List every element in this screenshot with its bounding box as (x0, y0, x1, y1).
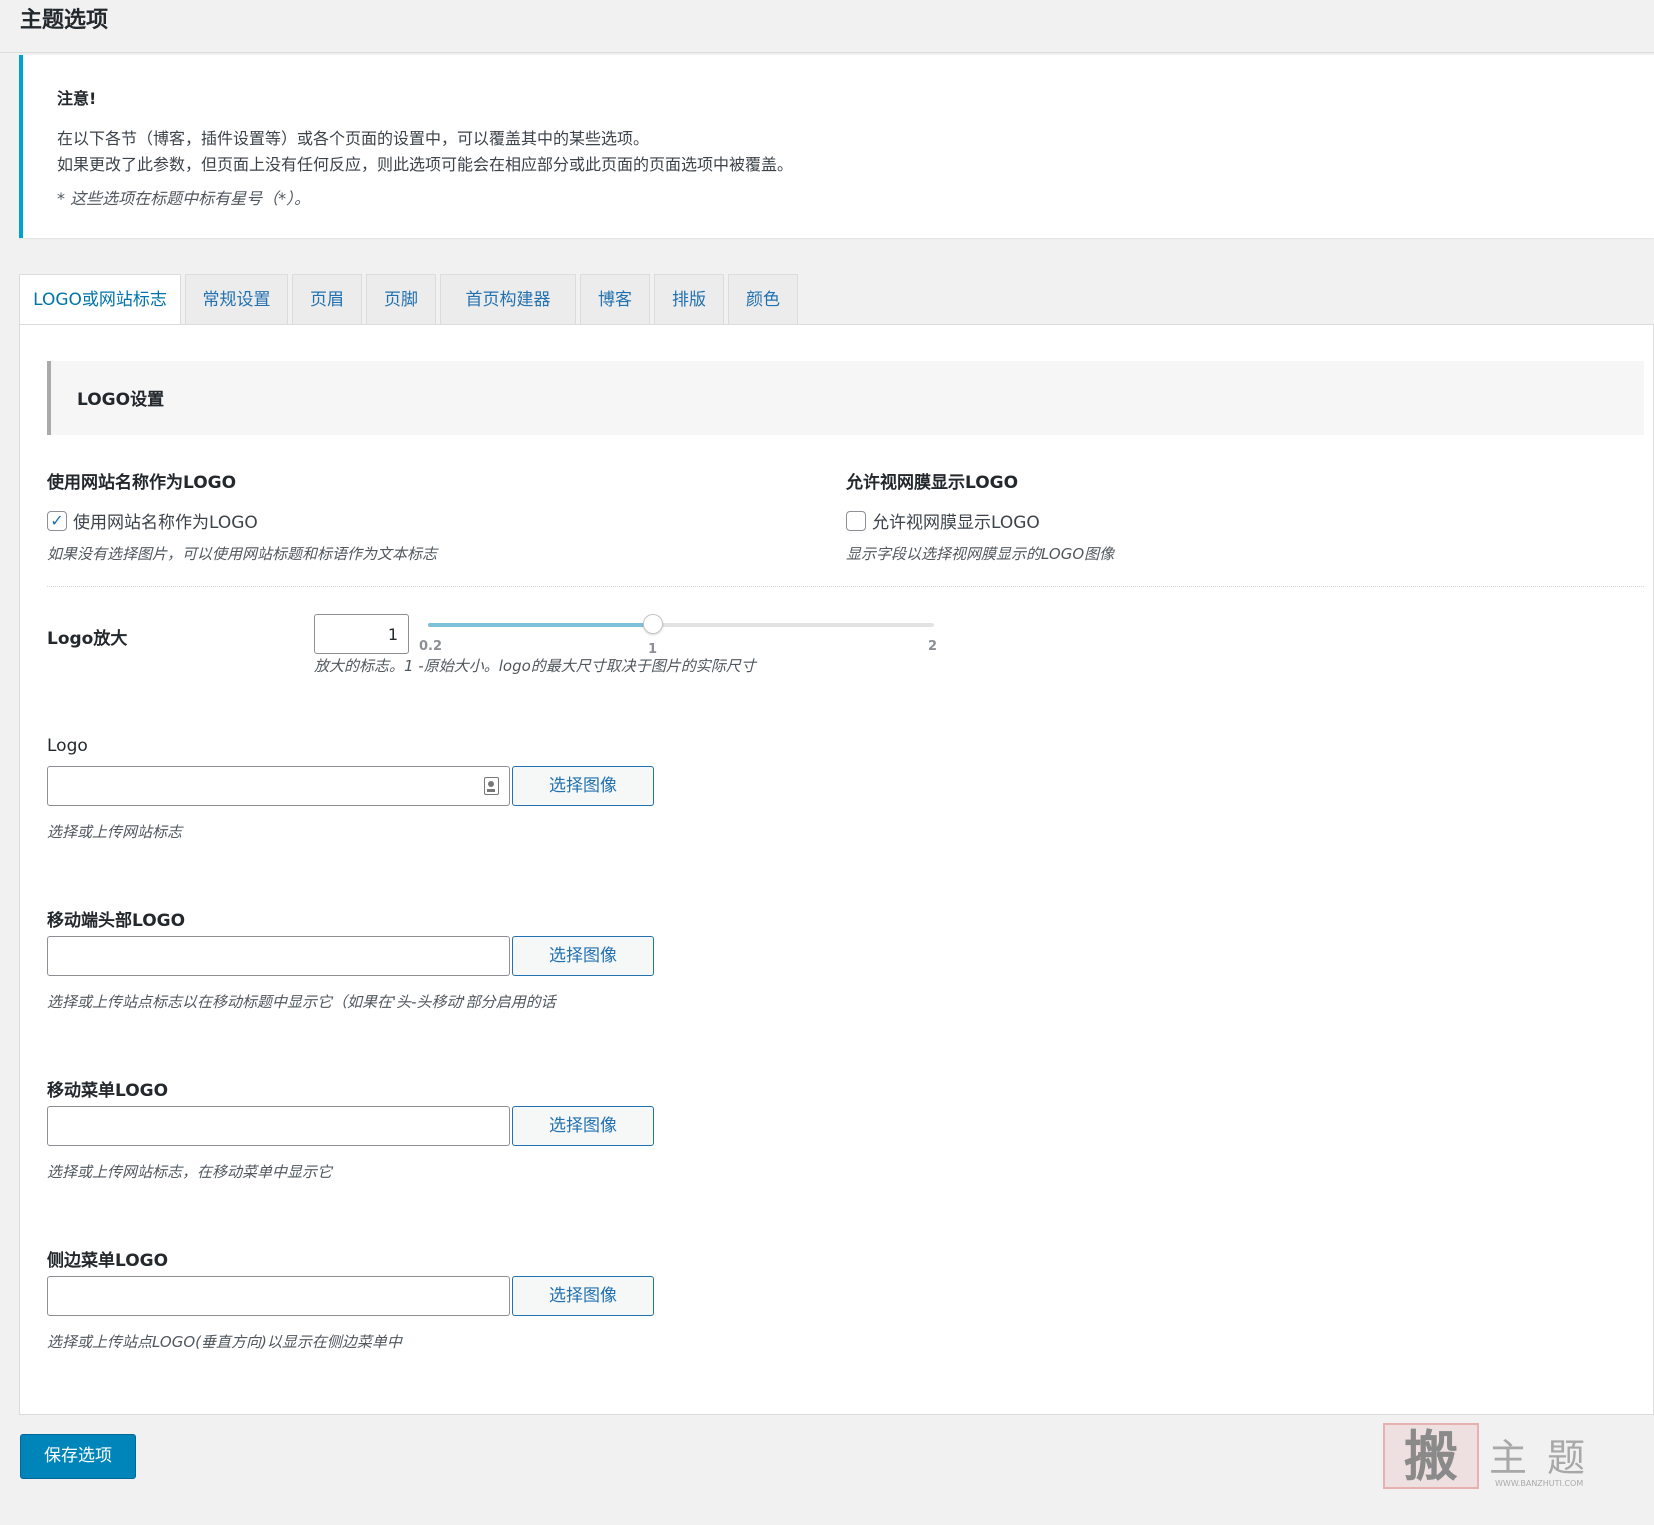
notice-box: 注意! 在以下各节（博客，插件设置等）或各个页面的设置中，可以覆盖其中的某些选项… (19, 55, 1654, 238)
use-site-name-checkbox-label: 使用网站名称作为LOGO (73, 513, 258, 533)
watermark-stamp: 搬 (1383, 1423, 1479, 1489)
retina-logo-description: 显示字段以选择视网膜显示的LOGO图像 (846, 545, 1115, 563)
mobile-header-logo-input[interactable] (47, 936, 510, 976)
tab-logo[interactable]: LOGO或网站标志 (19, 274, 181, 325)
logo-zoom-description: 放大的标志。1 -原始大小。logo的最大尺寸取决于图片的实际尺寸 (314, 657, 756, 675)
watermark-url: WWW.BANZHUTI.COM (1495, 1479, 1584, 1488)
logo-zoom-slider[interactable] (428, 614, 934, 634)
side-menu-logo-select-button[interactable]: 选择图像 (512, 1276, 654, 1316)
header-divider (0, 52, 1654, 53)
mobile-header-logo-select-button[interactable]: 选择图像 (512, 936, 654, 976)
notice-asterisk-note: * 这些选项在标题中标有星号（*）。 (57, 189, 311, 208)
retina-logo-checkbox-label: 允许视网膜显示LOGO (872, 513, 1040, 533)
side-menu-logo-label: 侧边菜单LOGO (47, 1251, 169, 1271)
tab-blog[interactable]: 博客 (580, 274, 650, 324)
mobile-menu-logo-label: 移动菜单LOGO (47, 1081, 169, 1101)
watermark-logo: 搬 主题 WWW.BANZHUTI.COM (1383, 1423, 1623, 1493)
side-menu-logo-description: 选择或上传站点LOGO(垂直方向)以显示在侧边菜单中 (47, 1333, 402, 1351)
notice-title: 注意! (57, 89, 97, 108)
mobile-menu-logo-description: 选择或上传网站标志，在移动菜单中显示它 (47, 1163, 333, 1181)
retina-logo-label: 允许视网膜显示LOGO (846, 473, 1019, 493)
tab-footer[interactable]: 页脚 (366, 274, 436, 324)
notice-text-line-2: 如果更改了此参数，但页面上没有任何反应，则此选项可能会在相应部分或此页面的页面选… (57, 155, 794, 174)
retina-logo-checkbox[interactable] (846, 510, 866, 531)
tab-typography[interactable]: 排版 (654, 274, 724, 324)
logo-label: Logo (47, 736, 88, 756)
retina-logo-checkbox-row[interactable]: 允许视网膜显示LOGO (846, 508, 1040, 533)
mobile-menu-logo-input[interactable] (47, 1106, 510, 1146)
settings-panel: LOGO设置 使用网站名称作为LOGO ✓ 使用网站名称作为LOGO 如果没有选… (19, 324, 1654, 1415)
notice-text-line-1: 在以下各节（博客，插件设置等）或各个页面的设置中，可以覆盖其中的某些选项。 (57, 129, 650, 148)
save-options-button[interactable]: 保存选项 (20, 1434, 136, 1479)
section-title: LOGO设置 (77, 390, 165, 410)
section-divider (47, 586, 1644, 587)
logo-url-input[interactable] (47, 766, 510, 806)
use-site-name-checkbox[interactable]: ✓ (47, 510, 67, 531)
watermark-text: 主题 (1489, 1436, 1606, 1480)
tab-general-settings[interactable]: 常规设置 (185, 274, 288, 324)
logo-zoom-slider-thumb[interactable] (642, 614, 663, 634)
section-header: LOGO设置 (47, 361, 1644, 435)
page-title: 主题选项 (20, 8, 109, 33)
mobile-header-logo-description: 选择或上传站点标志以在移动标题中显示它（如果在'头-头移动'部分启用的话 (47, 993, 556, 1011)
use-site-name-checkbox-row[interactable]: ✓ 使用网站名称作为LOGO (47, 508, 258, 533)
side-menu-logo-input[interactable] (47, 1276, 510, 1316)
mobile-menu-logo-select-button[interactable]: 选择图像 (512, 1106, 654, 1146)
slider-max-label: 2 (928, 639, 938, 654)
logo-select-image-button[interactable]: 选择图像 (512, 766, 654, 806)
image-icon (484, 777, 499, 795)
tab-colors[interactable]: 颜色 (728, 274, 798, 324)
tab-header[interactable]: 页眉 (292, 274, 362, 324)
use-site-name-description: 如果没有选择图片，可以使用网站标题和标语作为文本标志 (47, 545, 438, 563)
slider-min-label: 0.2 (419, 639, 443, 654)
tab-homepage-builder[interactable]: 首页构建器 (440, 274, 576, 324)
logo-zoom-slider-fill (428, 623, 653, 627)
use-site-name-label: 使用网站名称作为LOGO (47, 473, 237, 493)
mobile-header-logo-label: 移动端头部LOGO (47, 911, 186, 931)
logo-zoom-label: Logo放大 (47, 629, 128, 649)
logo-description: 选择或上传网站标志 (47, 823, 183, 841)
logo-zoom-input[interactable]: 1 (314, 614, 409, 654)
